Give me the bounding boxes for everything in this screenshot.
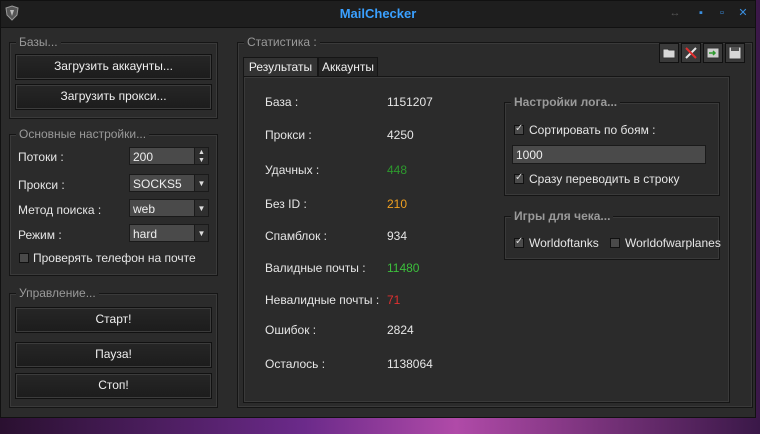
stats-title: Статистика : xyxy=(244,35,320,49)
proxy-type-select[interactable]: SOCKS5 ▼ xyxy=(129,174,209,192)
wowp-label: Worldofwarplanes xyxy=(625,236,721,250)
sort-value-input[interactable]: 1000 xyxy=(512,145,706,164)
stat-value-spamblock: 934 xyxy=(387,229,408,243)
folder-icon[interactable] xyxy=(659,43,679,63)
stat-value-errors: 2824 xyxy=(387,323,414,337)
stat-value-proxies: 4250 xyxy=(387,128,414,142)
proxy-type-label: Прокси : xyxy=(18,178,65,192)
stat-value-valid: 11480 xyxy=(387,261,420,275)
app-window: MailChecker ↔ ▪ ▫ ✕ Базы... Загрузить ак… xyxy=(0,0,756,418)
sort-by-battles-checkbox[interactable] xyxy=(514,123,524,135)
spin-arrows-icon[interactable]: ▲ ▼ xyxy=(194,148,208,164)
threads-label: Потоки : xyxy=(18,150,64,164)
minimize-icon[interactable]: ▪ xyxy=(694,7,708,19)
bases-group-title: Базы... xyxy=(16,35,61,49)
control-title: Управление... xyxy=(16,286,99,300)
chevron-down-icon: ▼ xyxy=(194,175,208,191)
wot-label: Worldoftanks xyxy=(529,236,599,250)
tab-accounts[interactable]: Аккаунты xyxy=(318,57,378,77)
load-proxies-button[interactable]: Загрузить прокси... xyxy=(15,84,212,110)
stat-label-valid: Валидные почты : xyxy=(265,261,366,275)
maximize-icon[interactable]: ▫ xyxy=(715,7,729,19)
resize-icon[interactable]: ↔ xyxy=(668,7,682,19)
window-title: MailChecker xyxy=(339,6,417,21)
instant-line-checkbox[interactable] xyxy=(514,172,524,184)
close-icon[interactable]: ✕ xyxy=(736,7,750,19)
stat-label-no-id: Без ID : xyxy=(265,197,307,211)
start-button[interactable]: Старт! xyxy=(15,307,212,333)
tab-results[interactable]: Результаты xyxy=(243,57,318,77)
stat-value-no-id: 210 xyxy=(387,197,408,211)
check-phone-label: Проверять телефон на почте xyxy=(33,251,196,265)
mode-value: hard xyxy=(133,227,158,241)
threads-spinbox[interactable]: 200 ▲ ▼ xyxy=(129,147,209,165)
sort-by-battles-label: Сортировать по боям : xyxy=(529,123,656,137)
mode-select[interactable]: hard ▼ xyxy=(129,224,209,242)
stat-value-base: 1151207 xyxy=(387,95,433,109)
chevron-down-icon: ▼ xyxy=(194,200,208,216)
threads-value: 200 xyxy=(133,150,154,164)
instant-line-label: Сразу переводить в строку xyxy=(529,172,680,186)
mode-label: Режим : xyxy=(18,228,62,242)
search-method-label: Метод поиска : xyxy=(18,203,102,217)
proxy-type-value: SOCKS5 xyxy=(133,177,182,191)
tools-icon[interactable] xyxy=(681,43,701,63)
stop-button[interactable]: Стоп! xyxy=(15,373,212,399)
title-bar: MailChecker ↔ ▪ ▫ ✕ xyxy=(1,1,755,28)
stat-value-remaining: 1138064 xyxy=(387,357,433,371)
wowp-checkbox[interactable] xyxy=(610,238,620,248)
search-method-select[interactable]: web ▼ xyxy=(129,199,209,217)
chevron-down-icon: ▼ xyxy=(194,225,208,241)
pause-button[interactable]: Пауза! xyxy=(15,342,212,368)
stat-value-invalid: 71 xyxy=(387,293,401,307)
search-method-value: web xyxy=(133,202,156,216)
load-accounts-button[interactable]: Загрузить аккаунты... xyxy=(15,54,212,80)
games-title: Игры для чека... xyxy=(511,209,614,223)
main-settings-title: Основные настройки... xyxy=(16,127,150,141)
stat-label-base: База : xyxy=(265,95,299,109)
stat-label-spamblock: Спамблок : xyxy=(265,229,328,243)
wot-checkbox[interactable] xyxy=(514,236,524,248)
stat-label-success: Удачных : xyxy=(265,163,320,177)
save-icon[interactable] xyxy=(725,43,745,63)
stat-label-remaining: Осталось : xyxy=(265,357,326,371)
log-settings-title: Настройки лога... xyxy=(511,95,621,109)
stat-label-invalid: Невалидные почты : xyxy=(265,293,380,307)
check-phone-checkbox[interactable] xyxy=(19,253,29,263)
stat-label-errors: Ошибок : xyxy=(265,323,317,337)
stat-label-proxies: Прокси : xyxy=(265,128,312,142)
stat-value-success: 448 xyxy=(387,163,408,177)
export-icon[interactable] xyxy=(703,43,723,63)
